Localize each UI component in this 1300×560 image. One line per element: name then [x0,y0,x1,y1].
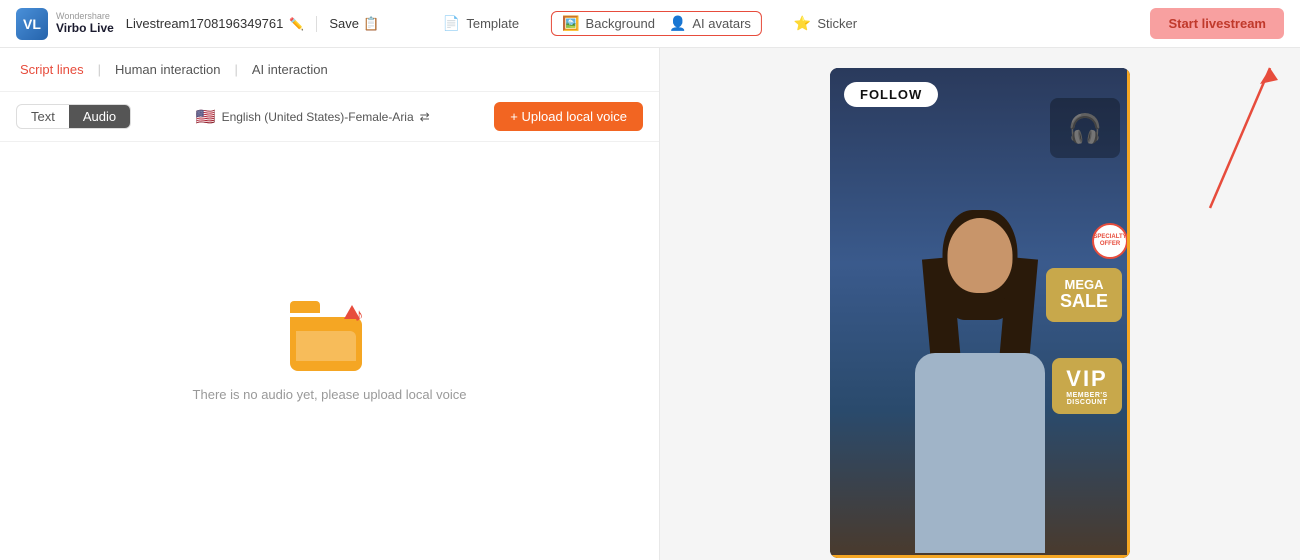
template-icon: 📄 [443,15,460,32]
folder-body [290,317,362,371]
follow-badge: FOLLOW [844,82,938,107]
tab-separator-1: | [98,62,101,77]
text-toggle-button[interactable]: Text [17,105,69,128]
stream-title-area: Livestream1708196349761 ✏️ [126,16,305,31]
language-selector[interactable]: 🇺🇸 English (United States)-Female-Aria ⇄ [196,107,430,127]
header-divider [316,16,317,32]
person-head [948,218,1013,293]
special-offer-badge: SPECIALTYOFFER [1092,223,1128,259]
tab-ai-interaction[interactable]: AI interaction [248,48,332,92]
background-label: Background [586,16,655,31]
right-panel: FOLLOW 🎧 SPECIALTYOFFER MEGA SALE VIP ME… [660,48,1300,560]
empty-state-text: There is no audio yet, please upload loc… [193,387,467,402]
left-panel: Script lines | Human interaction | AI in… [0,48,660,560]
person-avatar [880,198,1080,558]
upload-voice-button[interactable]: + Upload local voice [494,102,643,131]
logo-icon: VL [16,8,48,40]
template-label: Template [466,16,519,31]
upload-voice-label: + Upload local voice [510,109,627,124]
edit-icon[interactable]: ✏️ [289,17,304,31]
sticker-nav[interactable]: ⭐ Sticker [786,11,865,36]
audio-toggle-button[interactable]: Audio [69,105,130,128]
folder-highlight [296,331,356,361]
start-livestream-button[interactable]: Start livestream [1150,8,1284,39]
ai-avatars-icon: 👤 [669,15,686,32]
logo-area: VL Wondershare Virbo Live [16,8,114,40]
header-right: Start livestream [1150,8,1284,39]
logo-bottom: Virbo Live [56,22,114,35]
tab-separator-2: | [234,62,237,77]
headphones-sticker: 🎧 [1050,98,1120,158]
save-button[interactable]: Save 📋 [329,16,379,32]
save-icon: 📋 [363,16,379,32]
language-exchange-icon: ⇄ [420,110,430,124]
tabs-row: Script lines | Human interaction | AI in… [0,48,659,92]
text-audio-toggle: Text Audio [16,104,131,129]
save-label: Save [329,16,359,31]
tab-human-interaction[interactable]: Human interaction [111,48,225,92]
background-icon: 🖼️ [562,15,579,32]
template-nav[interactable]: 📄 Template [435,11,527,36]
ai-avatars-label: AI avatars [692,16,751,31]
red-arrow-annotation [1130,48,1290,218]
person-torso [915,353,1045,553]
sticker-icon: ⭐ [794,15,811,32]
main-layout: Script lines | Human interaction | AI in… [0,48,1300,560]
stream-title-text: Livestream1708196349761 [126,16,284,31]
folder-tab [290,301,320,313]
sticker-label: Sticker [817,16,857,31]
script-controls: Text Audio 🇺🇸 English (United States)-Fe… [0,92,659,142]
start-livestream-label: Start livestream [1168,16,1266,31]
preview-border-right [1127,68,1130,558]
tab-script-lines[interactable]: Script lines [16,48,88,92]
empty-state: ♪ There is no audio yet, please upload l… [0,142,659,560]
header-center-nav: 📄 Template 🖼️ Background 👤 AI avatars ⭐ … [435,11,865,36]
preview-border-bottom [830,555,1130,558]
language-label: English (United States)-Female-Aria [222,110,414,124]
flag-icon: 🇺🇸 [196,107,216,127]
music-folder-icon: ♪ [290,301,370,371]
background-nav[interactable]: 🖼️ Background 👤 AI avatars [551,11,762,36]
logo-text: Wondershare Virbo Live [56,12,114,35]
arrow-up-icon [344,305,360,319]
preview-container: FOLLOW 🎧 SPECIALTYOFFER MEGA SALE VIP ME… [830,68,1130,558]
header: VL Wondershare Virbo Live Livestream1708… [0,0,1300,48]
